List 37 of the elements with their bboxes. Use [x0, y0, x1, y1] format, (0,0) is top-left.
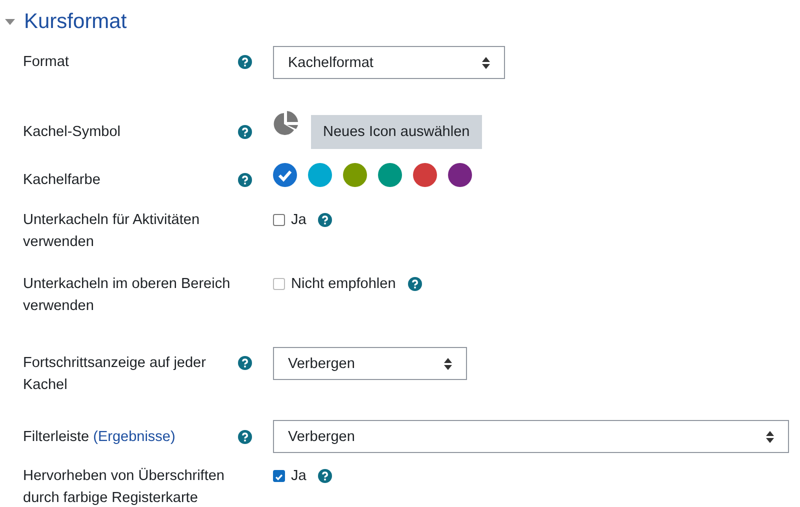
color-swatch[interactable]	[413, 163, 437, 187]
field-label: Unterkacheln im oberen Bereich verwenden	[23, 275, 232, 316]
color-swatch[interactable]	[273, 163, 297, 187]
help-icon[interactable]	[238, 173, 252, 187]
results-link[interactable]: (Ergebnisse)	[93, 429, 176, 445]
collapse-caret-icon[interactable]	[5, 19, 15, 25]
select-arrows-icon	[766, 430, 774, 442]
color-swatch[interactable]	[343, 163, 367, 187]
help-icon[interactable]	[318, 469, 332, 483]
help-icon[interactable]	[318, 213, 332, 227]
help-icon[interactable]	[238, 55, 252, 69]
color-swatch[interactable]	[378, 163, 402, 187]
field-label: Filterleiste (Ergebnisse)	[23, 428, 176, 447]
help-icon[interactable]	[238, 430, 252, 444]
select-field[interactable]: Verbergen	[273, 347, 467, 380]
color-swatch[interactable]	[308, 163, 332, 187]
choose-icon-button[interactable]: Neues Icon auswählen	[311, 115, 482, 149]
select-field[interactable]: Kachelformat	[273, 46, 505, 79]
select-field[interactable]: Verbergen	[273, 420, 789, 453]
pie-chart-icon	[273, 111, 299, 137]
field-label: Unterkacheln für Aktivitäten verwenden	[23, 211, 201, 252]
select-arrows-icon	[444, 358, 452, 370]
checkbox[interactable]	[273, 470, 285, 482]
field-label: Kachelfarbe	[23, 171, 100, 190]
section-title[interactable]: Kursformat	[24, 10, 127, 34]
help-icon[interactable]	[408, 277, 422, 291]
field-label: Fortschrittsanzeige auf jeder Kachel	[23, 354, 207, 395]
field-label: Hervorheben von Überschriften durch farbige Registerkarte	[23, 466, 226, 507]
color-swatch[interactable]	[448, 163, 472, 187]
checkbox-label[interactable]: Ja	[291, 212, 306, 228]
field-label: Kachel-Symbol	[23, 123, 121, 142]
select-arrows-icon	[482, 56, 490, 68]
help-icon[interactable]	[238, 356, 252, 370]
help-icon[interactable]	[238, 125, 252, 139]
field-label: Format	[23, 53, 69, 72]
checkbox[interactable]	[273, 214, 285, 226]
checkbox-label[interactable]: Ja	[291, 468, 306, 484]
